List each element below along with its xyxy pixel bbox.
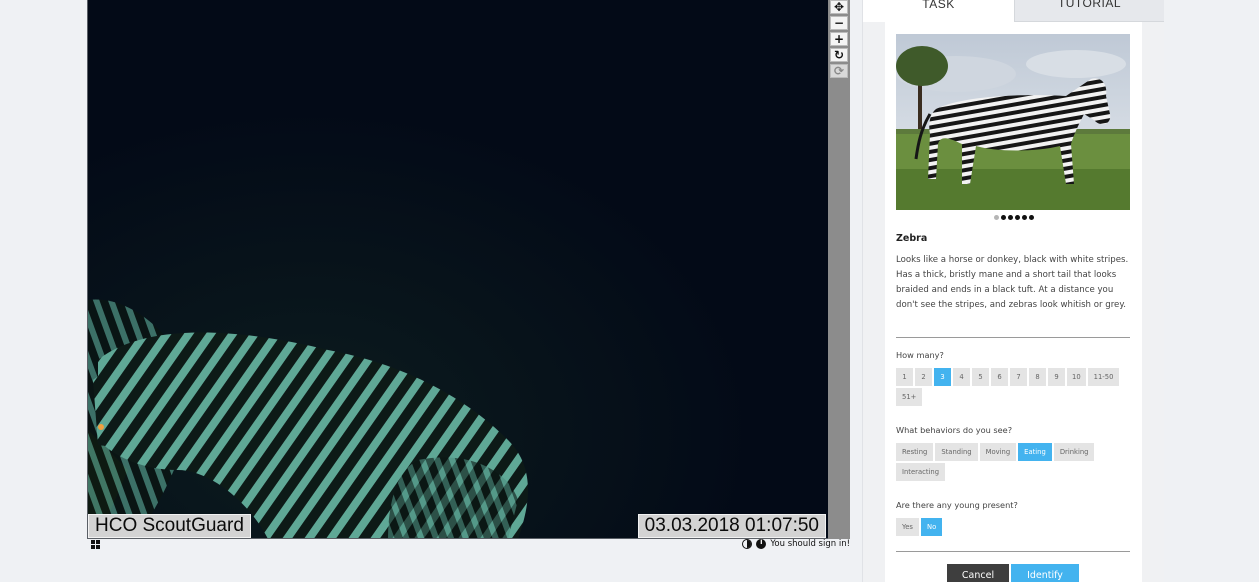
night-zebra-photo [88,0,828,538]
divider [896,551,1130,552]
count-option-6[interactable]: 6 [991,368,1008,386]
count-option-2[interactable]: 2 [915,368,932,386]
rotate-icon[interactable]: ↻ [830,48,848,62]
panel-tabs: TASK TUTORIAL [863,0,1165,22]
grid-view-icon[interactable] [91,540,101,550]
camera-trap-image-viewer[interactable]: HCO ScoutGuard 03.03.2018 01:07:50 [87,0,828,539]
count-option-3[interactable]: 3 [934,368,951,386]
behavior-option-eating[interactable]: Eating [1018,443,1052,461]
carousel-dot[interactable] [993,215,999,220]
count-option-10[interactable]: 10 [1067,368,1086,386]
count-option-4[interactable]: 4 [953,368,970,386]
zoom-out-icon[interactable]: − [830,16,848,30]
young-option-no[interactable]: No [920,518,943,536]
behavior-options: Resting Standing Moving Eating Drinking … [896,443,1132,481]
young-options: Yes No [896,518,1132,536]
viewer-toolbar: ✥ − + ↻ ⟳ [828,0,850,539]
tab-task[interactable]: TASK [863,0,1014,22]
count-option-1[interactable]: 1 [896,368,913,386]
behavior-option-resting[interactable]: Resting [896,443,934,461]
carousel-dot[interactable] [1007,215,1013,220]
photo-carousel-dots [885,215,1142,220]
carousel-dot[interactable] [1021,215,1027,220]
count-option-51-plus[interactable]: 51+ [896,388,923,406]
capture-datetime-stamp: 03.03.2018 01:07:50 [637,514,826,538]
behavior-option-interacting[interactable]: Interacting [896,463,946,481]
count-option-7[interactable]: 7 [1010,368,1027,386]
count-option-8[interactable]: 8 [1029,368,1046,386]
question-behaviors: What behaviors do you see? [896,425,1013,435]
question-young: Are there any young present? [896,500,1018,510]
info-icon[interactable]: i [756,539,767,549]
species-example-photo[interactable] [896,34,1130,210]
signin-notice: i You should sign in! [742,539,850,549]
reset-icon[interactable]: ⟳ [830,64,848,78]
count-option-11-50[interactable]: 11-50 [1087,368,1120,386]
count-option-5[interactable]: 5 [972,368,989,386]
identify-button[interactable]: Identify [1011,564,1079,582]
zoom-in-icon[interactable]: + [830,32,848,46]
tab-tutorial[interactable]: TUTORIAL [1014,0,1164,22]
carousel-dot[interactable] [1000,215,1006,220]
classification-panel: TASK TUTORIAL Zebra Looks like a horse o… [862,0,1164,582]
camera-brand-stamp: HCO ScoutGuard [88,514,251,538]
young-option-yes[interactable]: Yes [896,518,919,536]
contrast-icon[interactable] [742,539,753,549]
carousel-dot[interactable] [1014,215,1020,220]
move-icon[interactable]: ✥ [830,0,848,14]
species-description: Looks like a horse or donkey, black with… [896,255,1129,310]
signin-text[interactable]: You should sign in! [770,539,850,549]
behavior-option-moving[interactable]: Moving [979,443,1017,461]
divider [896,337,1130,338]
question-how-many: How many? [896,350,944,360]
species-card: Zebra Looks like a horse or donkey, blac… [885,22,1142,582]
species-name: Zebra [896,233,928,244]
behavior-option-drinking[interactable]: Drinking [1053,443,1095,461]
cancel-button[interactable]: Cancel [947,564,1009,582]
carousel-dot[interactable] [1028,215,1034,220]
how-many-options: 1 2 3 4 5 6 7 8 9 10 11-50 51+ [896,368,1132,406]
behavior-option-standing[interactable]: Standing [935,443,978,461]
viewer-footer: i You should sign in! [87,539,850,553]
count-option-9[interactable]: 9 [1048,368,1065,386]
